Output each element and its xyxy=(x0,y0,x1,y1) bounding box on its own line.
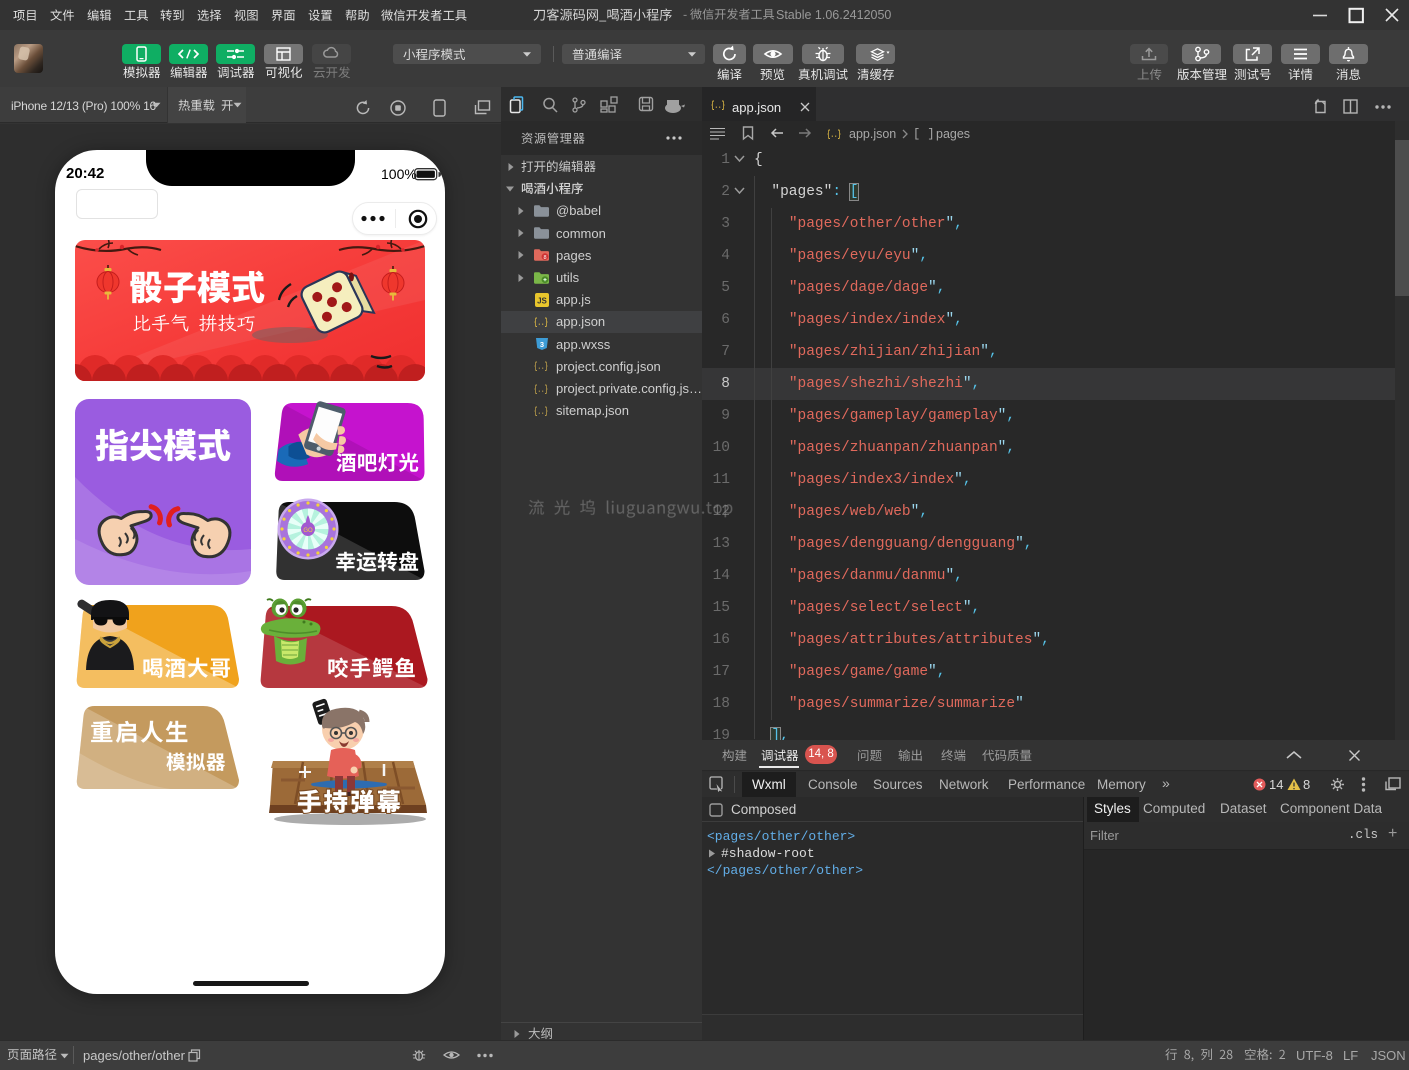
svg-text:{..}: {..} xyxy=(534,361,548,373)
svg-text:8: 8 xyxy=(543,255,546,261)
svg-text:GO: GO xyxy=(303,528,313,534)
svg-text:{..}: {..} xyxy=(711,100,725,112)
svg-text:{..}: {..} xyxy=(534,317,548,329)
svg-text:{..}: {..} xyxy=(534,384,548,396)
svg-text:{..}: {..} xyxy=(534,406,548,418)
svg-text:{..}: {..} xyxy=(827,129,841,141)
svg-text:3: 3 xyxy=(540,340,544,349)
svg-text:JS: JS xyxy=(537,297,547,306)
